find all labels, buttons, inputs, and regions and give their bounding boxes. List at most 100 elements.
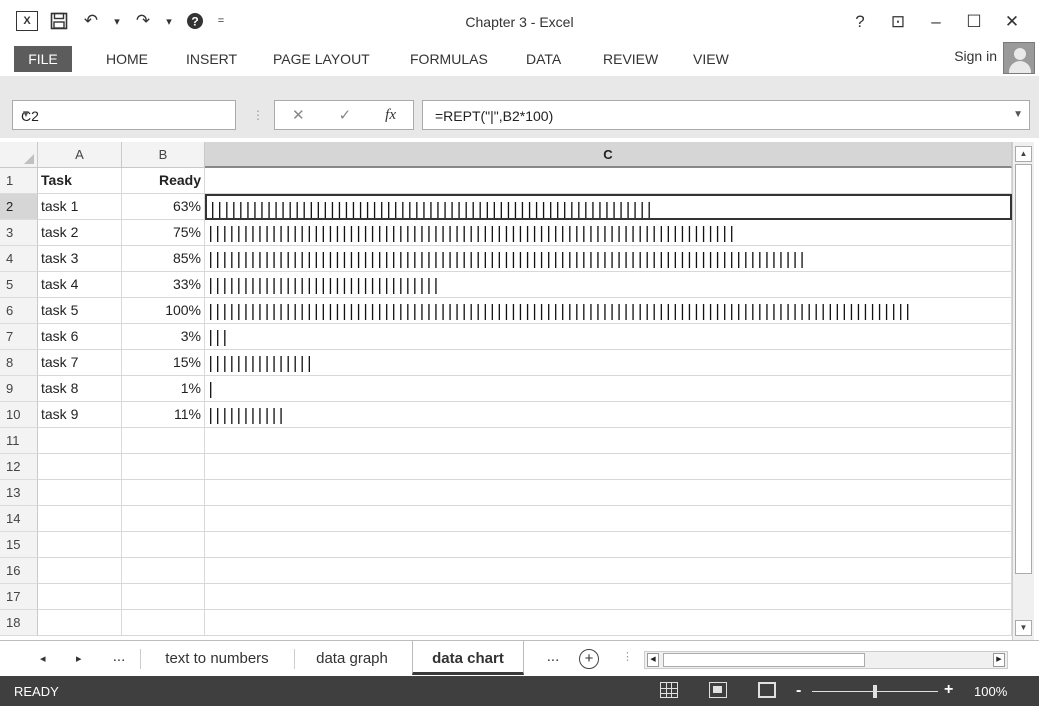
chevron-down-icon[interactable]: ▼ — [21, 109, 229, 120]
task-cell[interactable]: task 3 — [38, 246, 122, 272]
ready-cell[interactable]: 63% — [122, 194, 205, 220]
task-cell[interactable]: task 6 — [38, 324, 122, 350]
header-cell[interactable]: Ready — [122, 168, 205, 194]
task-cell[interactable]: task 7 — [38, 350, 122, 376]
insert-function-icon[interactable]: fx — [385, 107, 396, 124]
zoom-level[interactable]: 100% — [974, 684, 1007, 699]
vertical-scrollbar[interactable]: ▲ ▼ — [1012, 142, 1034, 640]
ready-cell[interactable]: 75% — [122, 220, 205, 246]
row-header[interactable]: 10 — [0, 402, 38, 428]
tab-file[interactable]: FILE — [14, 46, 72, 72]
data-bar-cell[interactable]: ||||||||||||||||||||||||||||||||||||||||… — [205, 194, 1012, 220]
column-header-b[interactable]: B — [122, 142, 205, 168]
empty-cell[interactable] — [205, 532, 1012, 558]
task-cell[interactable]: task 9 — [38, 402, 122, 428]
expand-formula-bar-icon[interactable]: ▼ — [1013, 109, 1023, 120]
sheet-tab-data-graph[interactable]: data graph — [294, 641, 410, 675]
row-header[interactable]: 3 — [0, 220, 38, 246]
empty-cell[interactable] — [122, 610, 205, 636]
tab-data[interactable]: DATA — [526, 48, 561, 70]
row-header[interactable]: 15 — [0, 532, 38, 558]
column-header-c[interactable]: C — [205, 142, 1012, 168]
task-cell[interactable]: task 2 — [38, 220, 122, 246]
task-cell[interactable]: task 8 — [38, 376, 122, 402]
tab-view[interactable]: VIEW — [693, 48, 729, 70]
row-header[interactable]: 14 — [0, 506, 38, 532]
empty-cell[interactable] — [205, 480, 1012, 506]
formula-input[interactable]: =REPT("|",B2*100) ▼ — [422, 100, 1030, 130]
normal-view-icon[interactable] — [660, 682, 678, 698]
empty-cell[interactable] — [38, 454, 122, 480]
sheet-tabs-more-right[interactable]: ... — [538, 639, 568, 673]
empty-cell[interactable] — [205, 584, 1012, 610]
data-bar-cell[interactable]: ||| — [205, 324, 1012, 350]
sheet-tabs-more-left[interactable]: ... — [104, 639, 134, 673]
row-header[interactable]: 5 — [0, 272, 38, 298]
vertical-scroll-thumb[interactable] — [1015, 164, 1032, 574]
task-cell[interactable]: task 1 — [38, 194, 122, 220]
data-bar-cell[interactable]: ||||||||||||||| — [205, 350, 1012, 376]
row-header[interactable]: 9 — [0, 376, 38, 402]
select-all-corner[interactable] — [0, 142, 38, 168]
row-header[interactable]: 12 — [0, 454, 38, 480]
sheet-tab-data-chart[interactable]: data chart — [412, 641, 524, 675]
sheet-tab-text-to-numbers[interactable]: text to numbers — [140, 641, 294, 675]
scroll-up-icon[interactable]: ▲ — [1015, 146, 1032, 162]
empty-cell[interactable] — [122, 532, 205, 558]
row-header[interactable]: 8 — [0, 350, 38, 376]
row-header[interactable]: 1 — [0, 168, 38, 194]
empty-cell[interactable] — [38, 610, 122, 636]
ready-cell[interactable]: 85% — [122, 246, 205, 272]
header-cell[interactable]: Task — [38, 168, 122, 194]
ready-cell[interactable]: 3% — [122, 324, 205, 350]
row-header[interactable]: 18 — [0, 610, 38, 636]
empty-cell[interactable] — [205, 454, 1012, 480]
sign-in-link[interactable]: Sign in — [954, 48, 997, 64]
scroll-down-icon[interactable]: ▼ — [1015, 620, 1032, 636]
task-cell[interactable]: task 4 — [38, 272, 122, 298]
empty-cell[interactable] — [205, 506, 1012, 532]
column-header-a[interactable]: A — [38, 142, 122, 168]
sheet-nav-prev-icon[interactable]: ◂ — [40, 652, 46, 665]
enter-icon[interactable]: ✓ — [339, 106, 352, 124]
sheet-nav-next-icon[interactable]: ▸ — [76, 652, 82, 665]
empty-cell[interactable] — [205, 428, 1012, 454]
empty-cell[interactable] — [38, 428, 122, 454]
ribbon-display-options-icon[interactable]: ⊡ — [879, 10, 917, 34]
scroll-left-icon[interactable]: ◀ — [647, 653, 659, 667]
data-bar-cell[interactable]: ||||||||||||||||||||||||||||||||||||||||… — [205, 220, 1012, 246]
row-header[interactable]: 7 — [0, 324, 38, 350]
empty-cell[interactable] — [122, 558, 205, 584]
page-break-preview-icon[interactable] — [758, 682, 776, 698]
row-header[interactable]: 11 — [0, 428, 38, 454]
empty-cell[interactable] — [122, 428, 205, 454]
close-icon[interactable]: ✕ — [993, 10, 1031, 34]
cancel-icon[interactable]: ✕ — [292, 106, 305, 124]
zoom-in-button[interactable]: + — [944, 681, 953, 699]
tab-home[interactable]: HOME — [106, 48, 148, 70]
zoom-slider-thumb[interactable] — [873, 685, 877, 698]
tab-insert[interactable]: INSERT — [186, 48, 237, 70]
formula-bar-grip-icon[interactable]: ⋮ — [252, 108, 264, 122]
empty-cell[interactable] — [205, 610, 1012, 636]
row-header[interactable]: 17 — [0, 584, 38, 610]
horizontal-scroll-thumb[interactable] — [663, 653, 865, 667]
empty-cell[interactable] — [122, 454, 205, 480]
header-cell[interactable] — [205, 168, 1012, 194]
row-header[interactable]: 16 — [0, 558, 38, 584]
avatar[interactable] — [1003, 42, 1035, 74]
name-box[interactable]: C2 ▼ — [12, 100, 236, 130]
empty-cell[interactable] — [38, 480, 122, 506]
tab-review[interactable]: REVIEW — [603, 48, 658, 70]
empty-cell[interactable] — [122, 506, 205, 532]
row-header[interactable]: 2 — [0, 194, 38, 220]
empty-cell[interactable] — [122, 584, 205, 610]
zoom-out-button[interactable]: - — [796, 682, 801, 700]
row-header[interactable]: 6 — [0, 298, 38, 324]
empty-cell[interactable] — [38, 584, 122, 610]
task-cell[interactable]: task 5 — [38, 298, 122, 324]
empty-cell[interactable] — [38, 532, 122, 558]
empty-cell[interactable] — [205, 558, 1012, 584]
maximize-icon[interactable]: ☐ — [955, 10, 993, 34]
ready-cell[interactable]: 1% — [122, 376, 205, 402]
